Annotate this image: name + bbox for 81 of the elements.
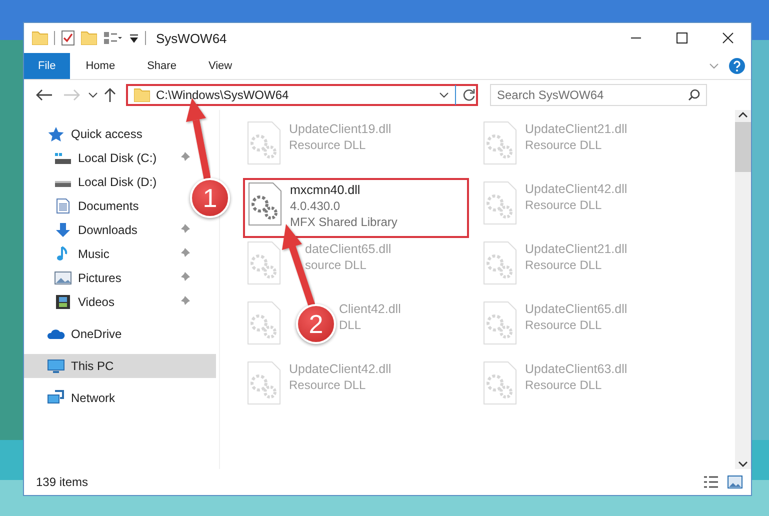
settings-file-icon	[483, 181, 517, 225]
expand-ribbon-icon[interactable]	[709, 63, 719, 69]
file-description: source DLL	[305, 257, 368, 273]
sidebar-item[interactable]: Music	[24, 242, 194, 266]
file-description: Resource DLL	[525, 377, 603, 393]
download-icon	[54, 222, 72, 238]
window-title: SysWOW64	[156, 30, 227, 46]
settings-file-icon	[247, 301, 281, 345]
pin-icon[interactable]	[180, 224, 190, 234]
help-icon[interactable]	[729, 58, 745, 74]
customize-toolbar-icon[interactable]	[129, 33, 139, 43]
details-view-icon[interactable]	[703, 475, 719, 489]
file-name: UpdateClient21.dll	[525, 121, 628, 137]
file-name: UpdateClient42.dll	[289, 361, 392, 377]
ribbon-tab[interactable]: View	[192, 53, 248, 79]
sidebar-item[interactable]: This PC	[24, 354, 216, 378]
file-description: Resource DLL	[525, 257, 603, 273]
file-name: UpdateClient63.dll	[525, 361, 628, 377]
star-icon	[47, 126, 65, 142]
file-description: Resource DLL	[525, 137, 603, 153]
file-description: Resource DLL	[525, 317, 603, 333]
settings-file-icon	[247, 121, 281, 165]
pin-icon[interactable]	[180, 152, 190, 162]
folder-icon	[32, 31, 48, 45]
dropdown-icon[interactable]	[439, 92, 449, 98]
settings-file-icon	[483, 361, 517, 405]
sidebar-item[interactable]: Pictures	[24, 266, 194, 290]
scrollbar-thumb[interactable]	[735, 122, 751, 172]
properties-icon[interactable]	[61, 30, 75, 46]
file-description: MFX Shared Library	[290, 214, 398, 230]
film-icon	[54, 294, 72, 310]
settings-file-icon	[483, 121, 517, 165]
new-folder-icon	[81, 31, 97, 45]
address-bar[interactable]: C:\Windows\SysWOW64	[126, 84, 478, 106]
sidebar-item[interactable]: Quick access	[24, 122, 194, 146]
computer-icon	[47, 358, 65, 374]
drive-icon	[54, 150, 72, 166]
search-field[interactable]: Search SysWOW64	[490, 84, 707, 106]
file-description: Resource DLL	[289, 377, 367, 393]
settings-file-icon	[247, 361, 281, 405]
sidebar-item[interactable]: Network	[24, 386, 194, 410]
sidebar-item[interactable]: OneDrive	[24, 322, 194, 346]
settings-file-icon	[247, 241, 281, 285]
file-name: UpdateClient42.dll	[525, 181, 628, 197]
file-version: 4.0.430.0	[290, 198, 342, 214]
item-count: 139 items	[36, 475, 88, 489]
pin-icon[interactable]	[180, 296, 190, 306]
up-icon[interactable]	[102, 87, 118, 103]
ribbon-tab[interactable]: File	[24, 53, 70, 79]
file-name: mxcmn40.dll	[290, 182, 362, 198]
settings-file-icon	[483, 301, 517, 345]
ribbon-tab[interactable]: Share	[131, 53, 192, 79]
file-name: UpdateClient19.dll	[289, 121, 392, 137]
drive-icon	[54, 181, 72, 188]
sidebar-item[interactable]: Videos	[24, 290, 194, 314]
file-description: Resource DLL	[525, 197, 603, 213]
file-description: Resource DLL	[289, 137, 367, 153]
file-name: UpdateClient21.dll	[525, 241, 628, 257]
file-description: DLL	[339, 317, 362, 333]
network-icon	[47, 390, 65, 406]
file-name: Client42.dll	[339, 301, 401, 317]
tiles-view-icon[interactable]	[727, 475, 743, 489]
search-icon	[688, 89, 700, 101]
sidebar-item[interactable]: Local Disk (C:)	[24, 146, 194, 170]
folder-icon	[134, 88, 150, 102]
ribbon-tab[interactable]: Home	[70, 53, 132, 79]
settings-file-icon	[248, 182, 282, 226]
scroll-down-icon[interactable]	[738, 459, 748, 469]
pictures-icon	[54, 270, 72, 286]
file-item[interactable]: mxcmn40.dll 4.0.430.0 MFX Shared Library	[243, 178, 469, 238]
sidebar-item[interactable]: Downloads	[24, 218, 194, 242]
settings-file-icon	[483, 241, 517, 285]
refresh-icon[interactable]	[462, 88, 476, 102]
recent-locations-icon[interactable]	[88, 92, 98, 98]
pin-icon[interactable]	[180, 248, 190, 258]
view-options-icon[interactable]	[103, 31, 123, 45]
file-name: dateClient65.dll	[305, 241, 392, 257]
document-icon	[54, 198, 72, 214]
scroll-up-icon[interactable]	[738, 110, 748, 120]
file-name: UpdateClient65.dll	[525, 301, 628, 317]
pin-icon[interactable]	[180, 272, 190, 282]
